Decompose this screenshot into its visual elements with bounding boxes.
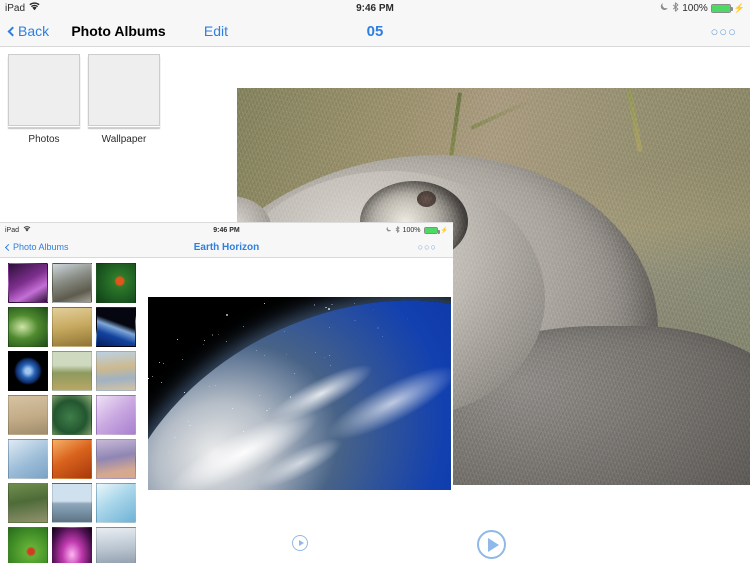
thumb-earth-globe[interactable]: [8, 351, 48, 391]
moon-icon: [386, 226, 392, 234]
thumb-wheat-field[interactable]: [52, 307, 92, 347]
edit-button[interactable]: Edit: [204, 23, 228, 39]
play-circle-icon: [477, 530, 506, 559]
nav-bar: Back Photo Albums Edit: [0, 16, 237, 47]
nav-bar: Photo Albums Earth Horizon ○○○: [0, 237, 453, 258]
star: [314, 304, 316, 306]
thumb-clownfish-anemone[interactable]: [96, 263, 136, 303]
thumb-temple-garden[interactable]: [8, 483, 48, 523]
play-button[interactable]: [477, 530, 506, 559]
back-button-label: Photo Albums: [13, 242, 69, 252]
thumb-earth-limb-dark[interactable]: [96, 307, 136, 347]
star: [353, 303, 355, 304]
thumb-ice-texture[interactable]: [96, 483, 136, 523]
photos-album[interactable]: Photos: [8, 54, 80, 145]
star: [182, 358, 183, 360]
back-button-label: Back: [18, 23, 50, 39]
wifi-icon: [29, 2, 40, 14]
back-button[interactable]: Photo Albums: [4, 242, 69, 252]
thumb-calm-sea[interactable]: [52, 483, 92, 523]
thumb-blue-light-wave[interactable]: [8, 439, 48, 479]
battery-full-icon: [710, 3, 733, 13]
more-options-icon[interactable]: ○○○: [710, 24, 737, 39]
thumb-elephant-savanna[interactable]: [52, 351, 92, 391]
charging-icon: ⚡: [733, 2, 745, 13]
battery-percent: 100%: [682, 2, 708, 14]
play-triangle-icon: [488, 537, 499, 552]
more-options-icon[interactable]: ○○○: [418, 242, 437, 252]
album-label: Photos: [28, 134, 60, 145]
star: [328, 308, 330, 310]
wifi-icon: [23, 226, 31, 234]
star: [218, 334, 220, 336]
photo-grid: [8, 263, 144, 563]
thumb-mountain-cliff[interactable]: [52, 263, 92, 303]
star: [177, 339, 179, 340]
battery-percent: 100%: [402, 226, 421, 234]
wallpaper-album[interactable]: Wallpaper: [88, 54, 160, 145]
moon-icon: [660, 2, 669, 14]
earth-horizon-photo[interactable]: [148, 297, 451, 490]
device-name: iPad: [5, 226, 20, 234]
star: [331, 303, 333, 306]
status-bar-left: iPad: [5, 2, 40, 14]
chevron-left-icon: [4, 243, 13, 251]
star: [325, 306, 327, 309]
play-triangle-icon: [298, 540, 304, 546]
star: [148, 378, 149, 379]
thumb-purple-waves[interactable]: [96, 395, 136, 435]
device-name: iPad: [5, 2, 26, 14]
thumb-aurora-purple[interactable]: [8, 263, 48, 303]
status-bar-left: iPad: [5, 226, 31, 234]
chevron-left-icon: [7, 26, 18, 36]
album-label: Wallpaper: [101, 134, 147, 145]
thumb-abstract-stripes[interactable]: [96, 351, 136, 391]
star: [203, 339, 205, 341]
star: [151, 375, 154, 377]
album-grid: Photos Wallpaper: [0, 48, 237, 151]
star: [163, 363, 165, 364]
back-button[interactable]: Back: [7, 23, 50, 39]
thumb-ladybug-leaf[interactable]: [8, 527, 48, 563]
star: [225, 340, 227, 342]
star: [211, 334, 214, 336]
album-thumbnail: [88, 54, 160, 126]
battery-full-icon: [423, 226, 440, 234]
bluetooth-icon: [672, 1, 679, 15]
thumb-snow-branches[interactable]: [96, 527, 136, 563]
play-circle-icon: [292, 535, 308, 551]
star: [161, 381, 162, 383]
status-bar-right: 100% ⚡: [660, 1, 745, 15]
star: [264, 302, 265, 304]
thumb-orange-canyon[interactable]: [52, 439, 92, 479]
bluetooth-icon: [395, 225, 400, 235]
thumb-sand-dune[interactable]: [8, 395, 48, 435]
thumb-dusk-clouds[interactable]: [96, 439, 136, 479]
status-bar-right: 100% ⚡: [386, 225, 448, 235]
play-button[interactable]: [292, 535, 308, 551]
status-bar: iPad 9:46 PM 100% ⚡: [0, 223, 453, 237]
star: [202, 344, 204, 346]
star: [226, 314, 228, 316]
star: [158, 362, 160, 364]
photo-albums-window: iPad Back Photo Albums Edit Photos Wallp…: [0, 0, 237, 231]
thumb-aurora-magenta[interactable]: [52, 527, 92, 563]
screen: iPad 9:46 PM 100% ⚡ 05 ○○○: [0, 0, 750, 563]
thumb-green-leaf-dew[interactable]: [8, 307, 48, 347]
charging-icon: ⚡: [440, 227, 448, 234]
thumb-lily-pond[interactable]: [52, 395, 92, 435]
star: [242, 326, 244, 328]
album-thumbnail: [8, 54, 80, 126]
status-bar: iPad: [0, 0, 237, 16]
